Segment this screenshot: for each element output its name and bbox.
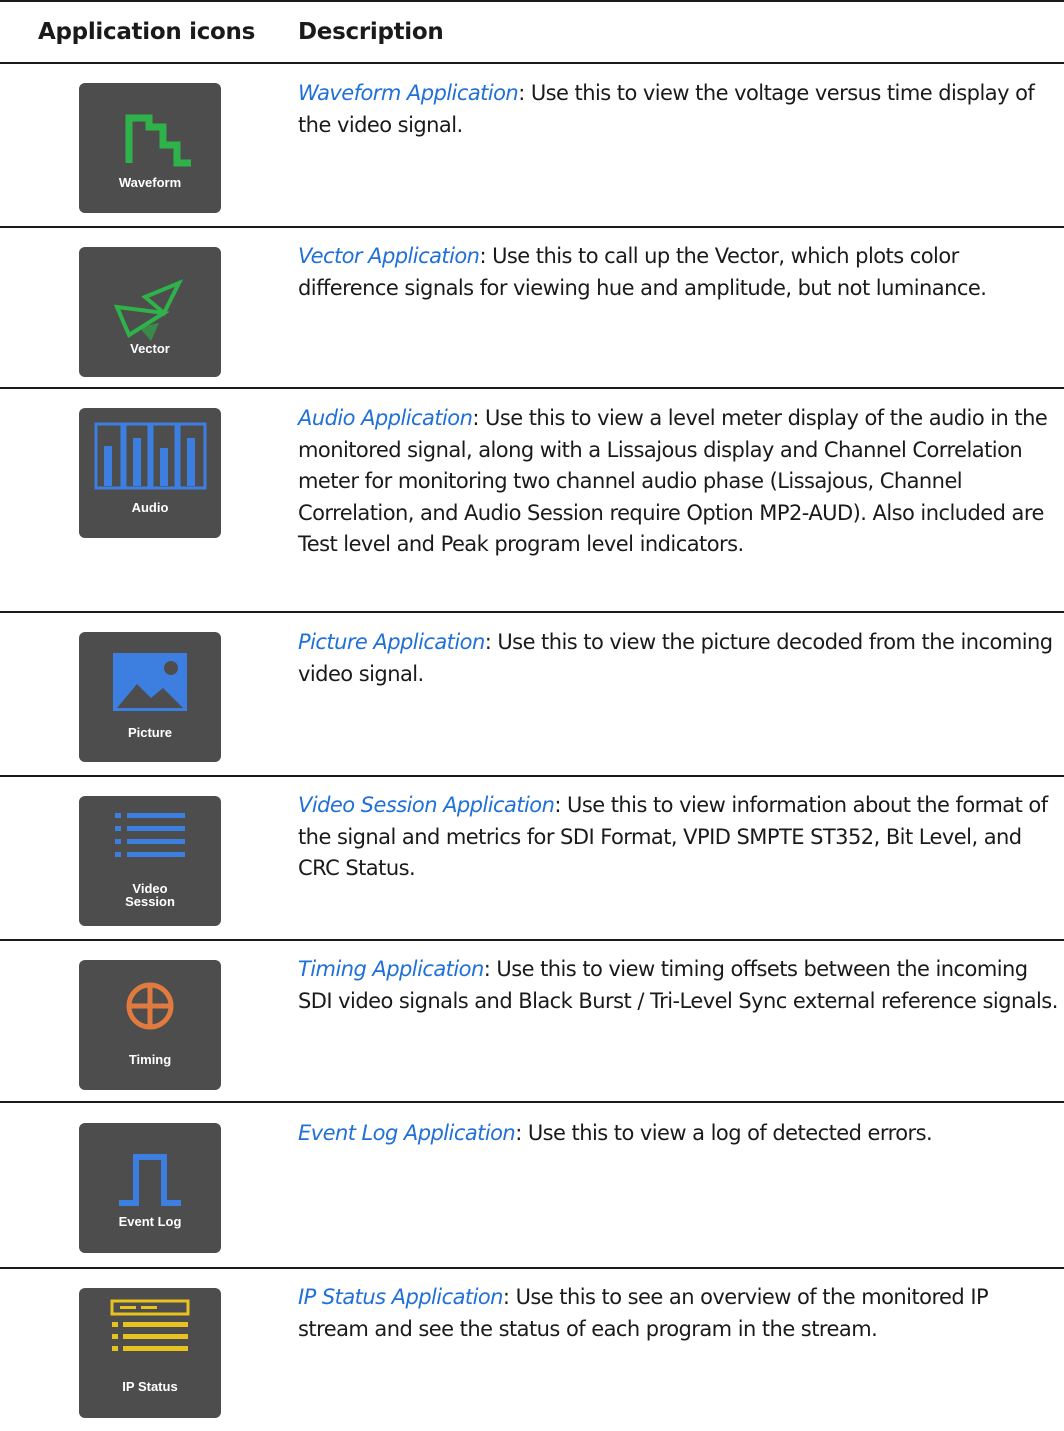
- video-session-application-link[interactable]: Video Session Application: [298, 793, 555, 817]
- picture-application-link[interactable]: Picture Application: [298, 630, 485, 654]
- vector-application-link[interactable]: Vector Application: [298, 244, 480, 268]
- table-row: Video Session Video Session Application:…: [0, 777, 1064, 939]
- description-text: Event Log Application: Use this to view …: [298, 1121, 933, 1145]
- tile-label: Picture: [127, 725, 173, 740]
- description-text: Timing Application: Use this to view tim…: [298, 957, 1058, 1013]
- ip-status-tile: IP Status: [79, 1288, 221, 1418]
- description-text: Audio Application: Use this to view a le…: [298, 406, 1048, 556]
- waveform-tile: Waveform: [79, 83, 221, 213]
- table-row: Timing Timing Application: Use this to v…: [0, 941, 1064, 1101]
- table-row: Waveform Waveform Application: Use this …: [0, 64, 1064, 226]
- description-text: Video Session Application: Use this to v…: [298, 793, 1048, 880]
- table-row: Audio Audio Application: Use this to vie…: [0, 389, 1064, 611]
- waveform-icon: [125, 114, 191, 167]
- description-text: Vector Application: Use this to call up …: [298, 244, 987, 300]
- description-text: Waveform Application: Use this to view t…: [298, 81, 1035, 137]
- event-log-tile: Event Log: [79, 1123, 221, 1253]
- tile-label: Timing: [128, 1052, 172, 1067]
- waveform-application-link[interactable]: Waveform Application: [298, 81, 519, 105]
- table-row: Event Log Event Log Application: Use thi…: [0, 1103, 1064, 1267]
- description-text: IP Status Application: Use this to see a…: [298, 1285, 989, 1341]
- tile-label: IP Status: [122, 1379, 178, 1394]
- audio-tile: Audio: [79, 408, 221, 538]
- picture-tile: Picture: [79, 632, 221, 762]
- vector-icon: [113, 279, 184, 341]
- table-header: Application icons Description: [0, 0, 1064, 62]
- event-log-application-link[interactable]: Event Log Application: [298, 1121, 516, 1145]
- vector-tile: Vector: [79, 247, 221, 377]
- audio-application-link[interactable]: Audio Application: [298, 406, 473, 430]
- audio-meter-icon: [94, 422, 207, 490]
- tile-label: Vector: [130, 341, 170, 356]
- table-row: Picture Picture Application: Use this to…: [0, 613, 1064, 775]
- table-row: IP Status IP Status Application: Use thi…: [0, 1269, 1064, 1431]
- crosshair-icon: [126, 982, 174, 1030]
- tile-label: Event Log: [118, 1214, 182, 1229]
- ip-status-application-link[interactable]: IP Status Application: [298, 1285, 503, 1309]
- header-application-icons: Application icons: [38, 19, 255, 45]
- pulse-icon: [119, 1154, 181, 1206]
- tile-label: Session: [125, 894, 175, 909]
- header-description: Description: [298, 19, 444, 45]
- tile-label: Waveform: [118, 175, 182, 190]
- timing-tile: Timing: [79, 960, 221, 1090]
- timing-application-link[interactable]: Timing Application: [298, 957, 484, 981]
- table-row: Vector Vector Application: Use this to c…: [0, 228, 1064, 387]
- tile-label: Audio: [131, 500, 169, 515]
- picture-icon: [113, 653, 187, 711]
- video-session-tile: Video Session: [79, 796, 221, 926]
- ip-status-icon: [110, 1299, 190, 1351]
- description-text: Picture Application: Use this to view th…: [298, 630, 1053, 686]
